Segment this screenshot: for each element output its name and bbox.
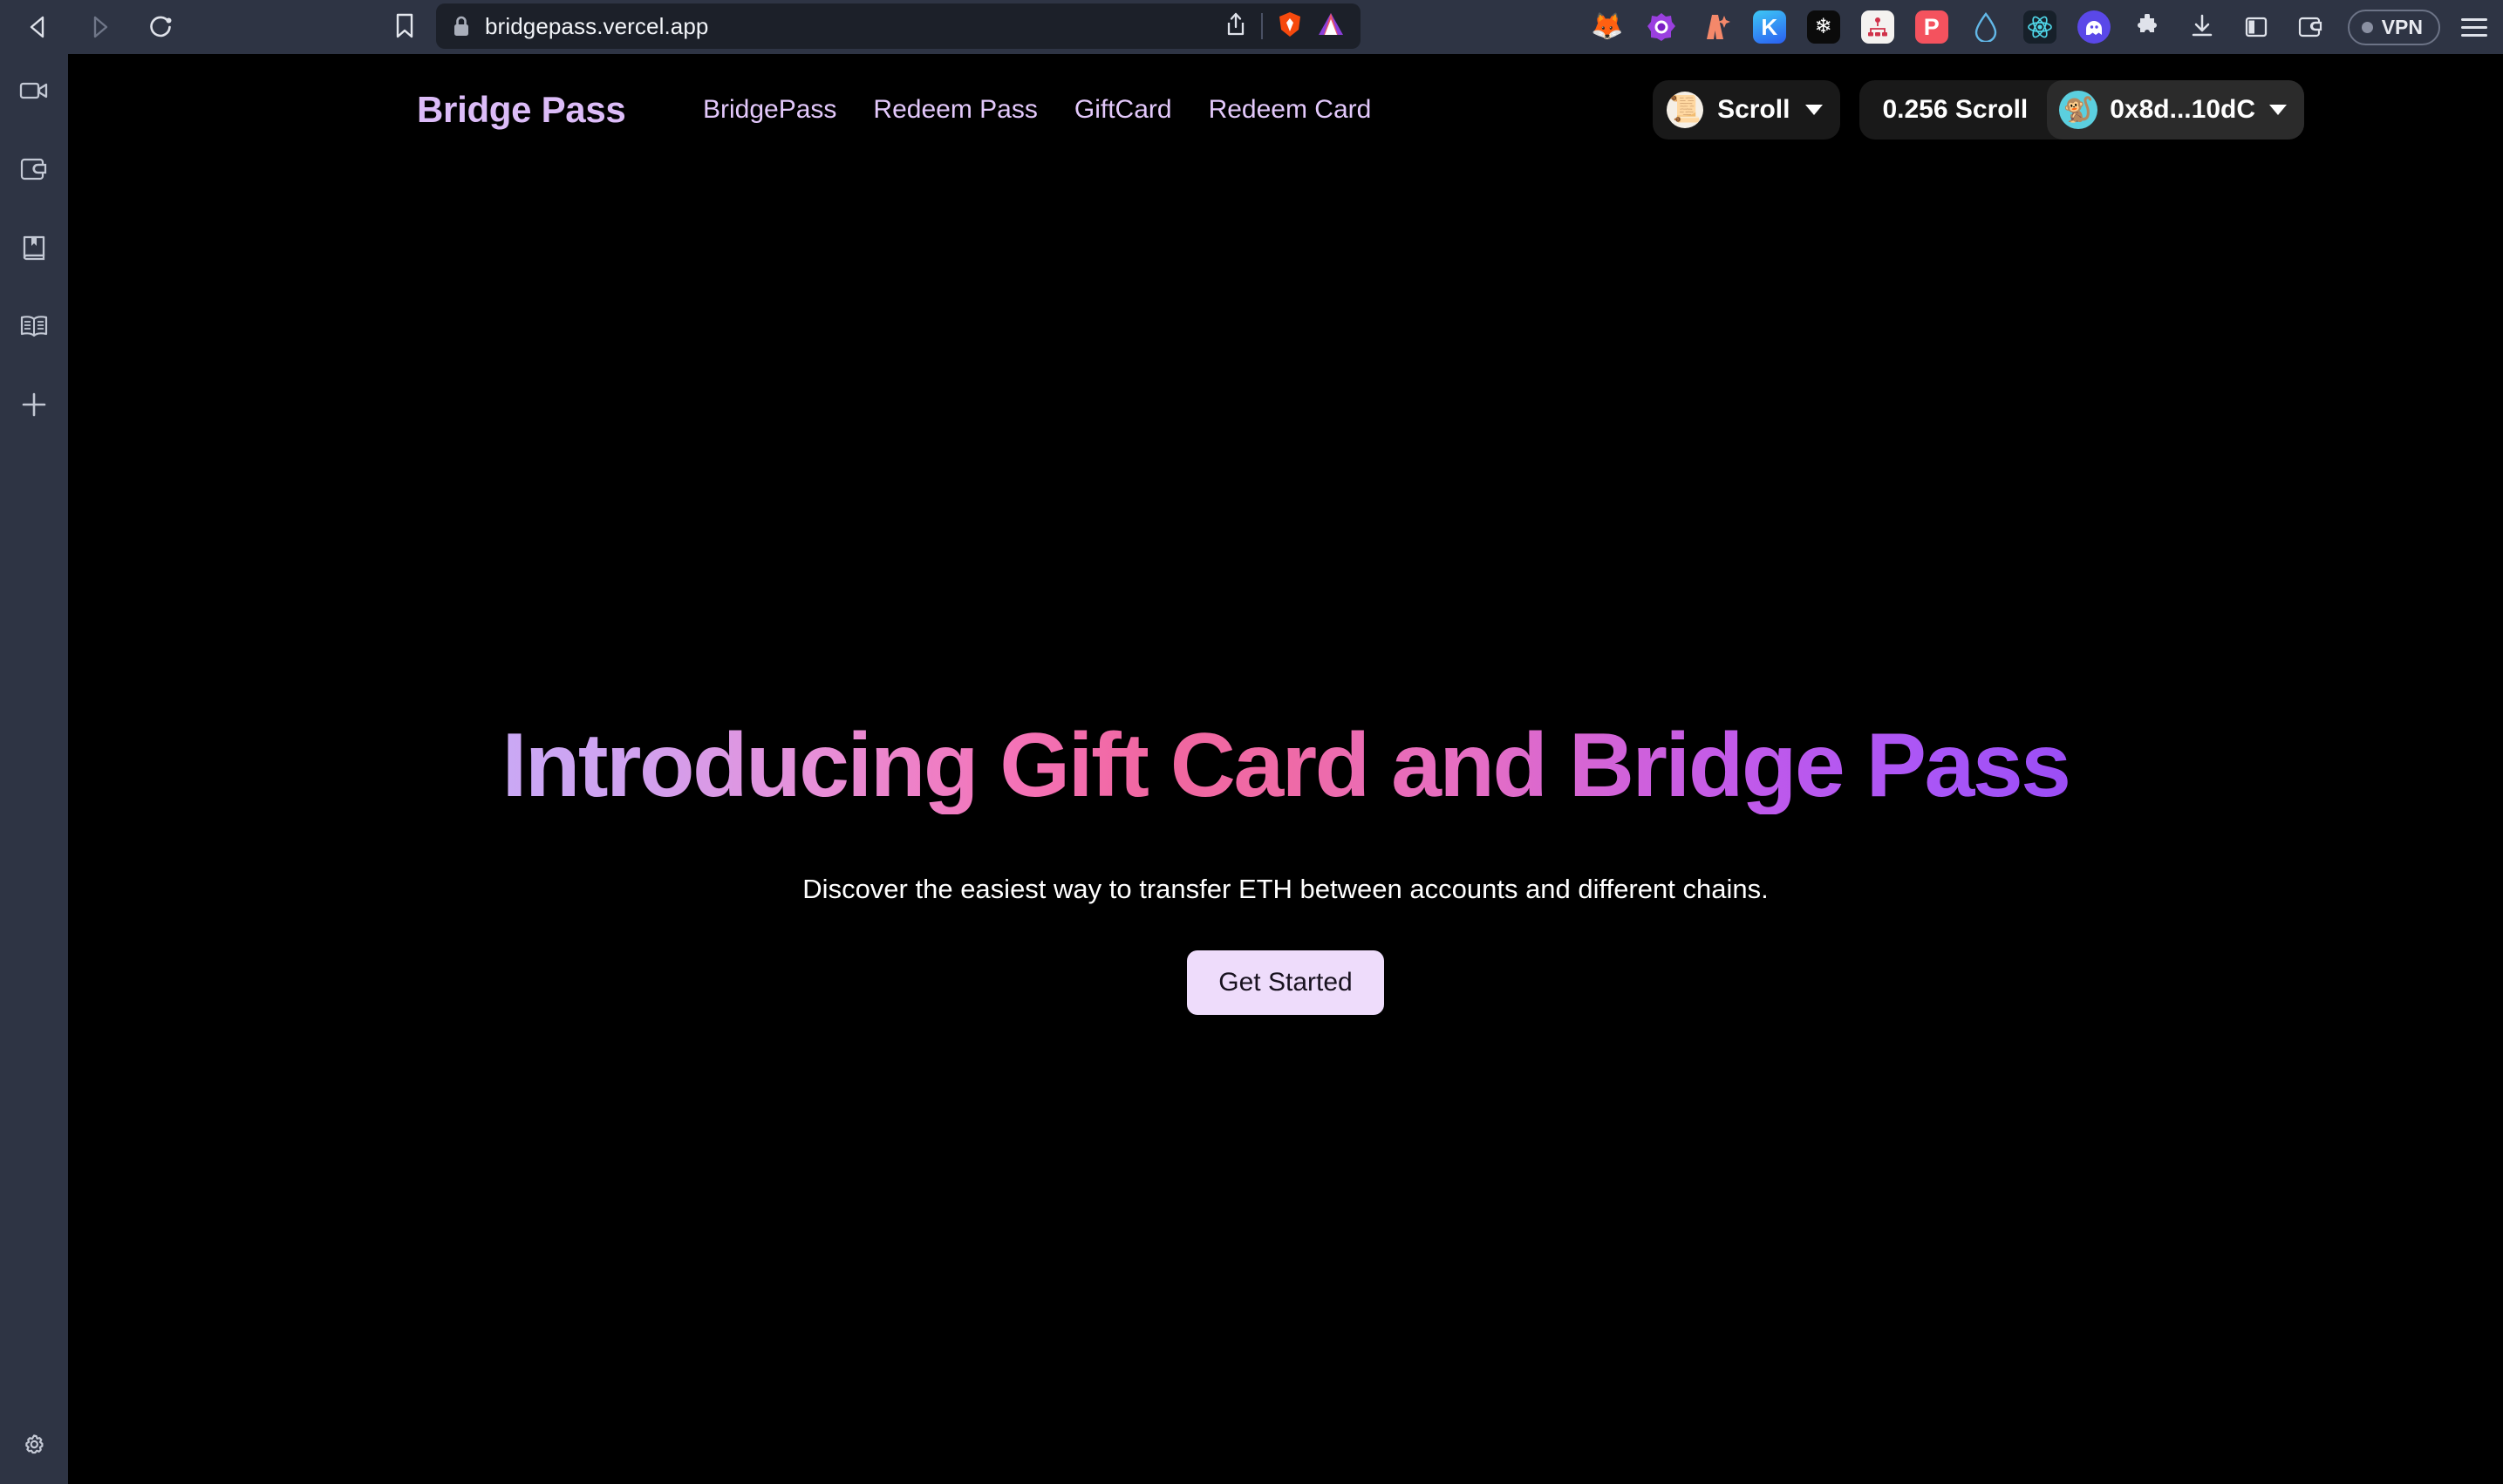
- chevron-down-icon: [1805, 105, 1824, 115]
- phantom-p-extension-icon[interactable]: P: [1914, 10, 1948, 44]
- phantom-ghost-extension-icon[interactable]: [2077, 10, 2111, 44]
- nav-redeem-card[interactable]: Redeem Card: [1209, 95, 1372, 125]
- menu-line: [2461, 25, 2487, 29]
- brave-lion-icon: [1279, 11, 1300, 37]
- nav-giftcard[interactable]: GiftCard: [1074, 95, 1172, 125]
- lock-icon: [452, 15, 471, 37]
- page-title: Introducing Gift Card and Bridge Pass: [501, 715, 2071, 816]
- url-bar[interactable]: bridgepass.vercel.app: [436, 3, 1361, 49]
- sidebar-item-reading-list[interactable]: [10, 302, 58, 351]
- vpn-status-dot: [2361, 21, 2373, 33]
- sidebar-item-add[interactable]: [10, 380, 58, 429]
- reload-button[interactable]: [141, 8, 180, 46]
- back-button[interactable]: [19, 8, 58, 46]
- url-text: bridgepass.vercel.app: [485, 12, 709, 39]
- purple-orb-extension-icon[interactable]: [1645, 10, 1678, 44]
- browser-menu-button[interactable]: [2461, 17, 2487, 37]
- brave-shields-button[interactable]: [1277, 10, 1303, 43]
- wallet-icon: [20, 158, 47, 180]
- brave-rewards-button[interactable]: [1317, 11, 1345, 42]
- sidebar-toggle-icon[interactable]: [2240, 10, 2273, 44]
- bookmark-icon: [396, 13, 413, 38]
- vpn-button[interactable]: VPN: [2347, 9, 2440, 45]
- share-icon: [1227, 12, 1245, 35]
- main-navigation: BridgePass Redeem Pass GiftCard Redeem C…: [703, 95, 1371, 125]
- account-address: 0x8d...10dC: [2110, 95, 2255, 124]
- hero-subtitle: Discover the easiest way to transfer ETH…: [802, 874, 1769, 905]
- hero-section: Introducing Gift Card and Bridge Pass Di…: [68, 715, 2503, 1016]
- get-started-button[interactable]: Get Started: [1187, 950, 1384, 1016]
- sidebar-item-wallet[interactable]: [10, 145, 58, 194]
- page-viewport: Bridge Pass BridgePass Redeem Pass GiftC…: [68, 54, 2503, 1484]
- brave-triangle-icon: [1319, 12, 1343, 35]
- chain-name-label: Scroll: [1717, 95, 1790, 124]
- open-book-icon: [20, 316, 48, 337]
- gear-icon: [25, 1434, 44, 1454]
- menu-line: [2461, 17, 2487, 21]
- site-header: Bridge Pass BridgePass Redeem Pass GiftC…: [68, 54, 2503, 166]
- keplr-extension-icon[interactable]: K: [1752, 10, 1786, 44]
- wallet-toolbar-icon[interactable]: [2294, 10, 2327, 44]
- url-bar-actions: [1224, 10, 1345, 43]
- forward-button[interactable]: [80, 8, 119, 46]
- navigation-buttons: [0, 8, 180, 46]
- metamask-extension-icon[interactable]: 🦊: [1591, 10, 1624, 44]
- download-icon[interactable]: [2186, 10, 2219, 44]
- nav-bridgepass[interactable]: BridgePass: [703, 95, 836, 125]
- sitemap-extension-icon[interactable]: [1860, 10, 1894, 44]
- forward-arrow-icon: [93, 16, 108, 38]
- address-bar-area: bridgepass.vercel.app: [384, 3, 1361, 49]
- menu-line: [2461, 33, 2487, 37]
- water-drop-extension-icon[interactable]: [1969, 10, 2002, 44]
- browser-sidebar: [0, 54, 68, 1484]
- share-button[interactable]: [1224, 11, 1247, 42]
- scroll-chain-icon: 📜: [1667, 92, 1704, 128]
- back-arrow-icon: [30, 16, 44, 38]
- bookmark-button[interactable]: [384, 3, 426, 49]
- vpn-label: VPN: [2381, 15, 2423, 38]
- wallet-controls: 📜 Scroll 0.256 Scroll 🐒 0x8d...10dC: [1653, 80, 2304, 140]
- account-button[interactable]: 🐒 0x8d...10dC: [2047, 80, 2304, 140]
- site-brand[interactable]: Bridge Pass: [417, 89, 626, 131]
- extensions-toolbar: 🦊 K ❄ P VPN: [1591, 0, 2487, 54]
- toolbar-divider: [1261, 13, 1263, 39]
- account-panel: 0.256 Scroll 🐒 0x8d...10dC: [1859, 80, 2304, 140]
- sidebar-item-video[interactable]: [10, 66, 58, 115]
- react-devtools-extension-icon[interactable]: [2022, 10, 2056, 44]
- wallet-balance: 0.256 Scroll: [1882, 95, 2029, 124]
- bookmarked-book-icon: [23, 235, 45, 261]
- nav-redeem-pass[interactable]: Redeem Pass: [873, 95, 1037, 125]
- chain-selector-button[interactable]: 📜 Scroll: [1653, 80, 1841, 140]
- puzzle-extensions-icon[interactable]: [2131, 10, 2165, 44]
- rainbow-wallet-extension-icon[interactable]: [1699, 10, 1732, 44]
- plus-icon: [22, 392, 46, 417]
- reload-icon: [150, 16, 172, 37]
- sidebar-item-settings[interactable]: [10, 1421, 58, 1470]
- chevron-down-icon: [2269, 105, 2287, 115]
- sidebar-item-bookmarks[interactable]: [10, 223, 58, 272]
- snowflake-extension-icon[interactable]: ❄: [1806, 10, 1840, 44]
- browser-toolbar: bridgepass.vercel.app 🦊 K ❄ P VPN: [0, 0, 2503, 54]
- video-camera-icon: [19, 82, 48, 99]
- avatar: 🐒: [2059, 91, 2098, 129]
